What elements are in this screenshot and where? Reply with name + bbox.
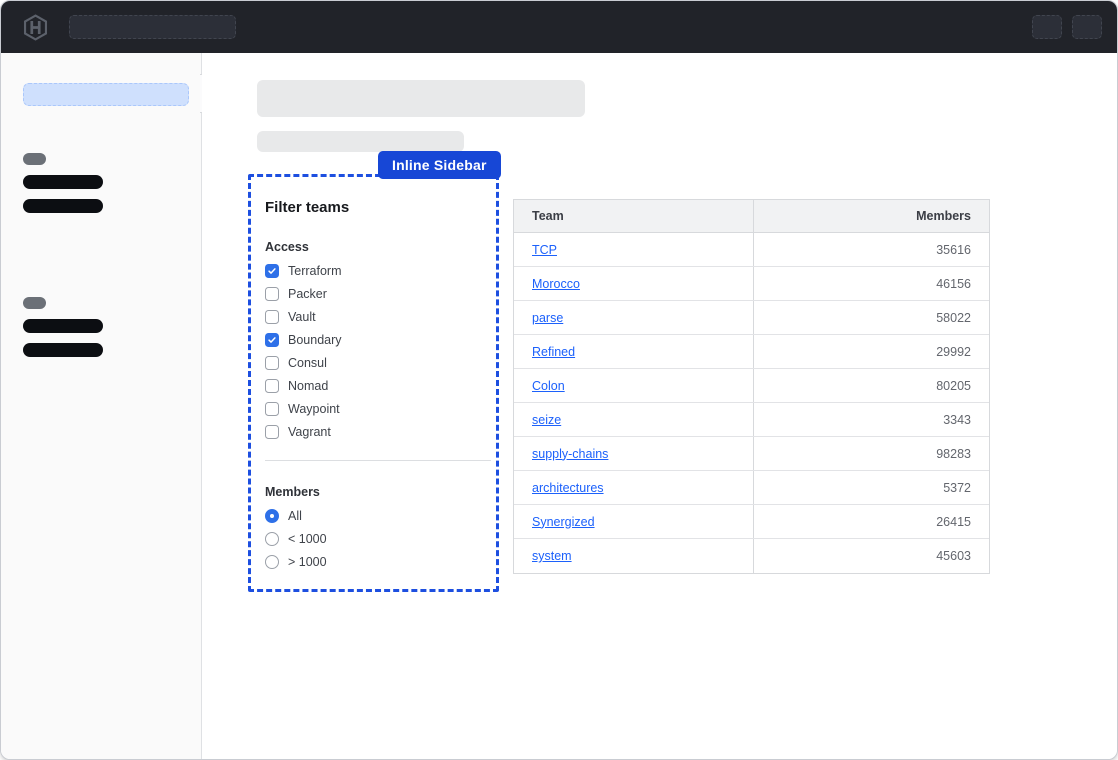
teams-table: Team Members TCP 35616 Morocco 46156 par…	[513, 199, 990, 574]
checkbox-label: Nomad	[288, 379, 328, 393]
checkbox-icon	[265, 379, 279, 393]
members-value: 26415	[936, 515, 971, 529]
team-link[interactable]: parse	[532, 311, 563, 325]
radio-less-1000[interactable]: < 1000	[265, 527, 482, 550]
app-sidebar-skeleton	[1, 53, 202, 759]
members-value: 5372	[943, 481, 971, 495]
checkbox-icon	[265, 356, 279, 370]
navbar-actions	[1032, 15, 1102, 39]
checkbox-terraform[interactable]: Terraform	[265, 259, 482, 282]
access-checkbox-group: Terraform Packer Vault Boundary	[265, 259, 482, 443]
page-title-placeholder	[257, 80, 585, 117]
sidebar-active-item-placeholder	[23, 83, 189, 106]
filter-divider	[265, 460, 491, 461]
team-link[interactable]: TCP	[532, 243, 557, 257]
app-window: Inline Sidebar Filter teams Access Terra…	[0, 0, 1118, 760]
table-row: Morocco 46156	[514, 267, 989, 301]
checkbox-icon	[265, 264, 279, 278]
access-group-label: Access	[265, 240, 482, 254]
team-link[interactable]: Colon	[532, 379, 565, 393]
team-link[interactable]: seize	[532, 413, 561, 427]
members-value: 29992	[936, 345, 971, 359]
sidebar-section-label-placeholder	[23, 297, 46, 309]
checkbox-icon	[265, 310, 279, 324]
checkbox-label: Vagrant	[288, 425, 331, 439]
checkbox-label: Waypoint	[288, 402, 340, 416]
sidebar-item-placeholder	[23, 319, 103, 333]
radio-label: All	[288, 509, 302, 523]
inline-sidebar-highlight-region: Filter teams Access Terraform Packer Vau…	[248, 174, 499, 592]
annotation-badge: Inline Sidebar	[378, 151, 501, 179]
checkbox-label: Boundary	[288, 333, 342, 347]
members-value: 98283	[936, 447, 971, 461]
navbar-button-placeholder	[1072, 15, 1102, 39]
page-subtitle-placeholder	[257, 131, 464, 152]
checkbox-vagrant[interactable]: Vagrant	[265, 420, 482, 443]
sidebar-item-placeholder	[23, 199, 103, 213]
team-link[interactable]: architectures	[532, 481, 604, 495]
radio-greater-1000[interactable]: > 1000	[265, 550, 482, 573]
table-row: parse 58022	[514, 301, 989, 335]
top-navbar	[1, 1, 1117, 53]
members-value: 3343	[943, 413, 971, 427]
checkbox-waypoint[interactable]: Waypoint	[265, 397, 482, 420]
sidebar-item-placeholder	[23, 343, 103, 357]
team-link[interactable]: supply-chains	[532, 447, 608, 461]
members-value: 58022	[936, 311, 971, 325]
radio-label: > 1000	[288, 555, 327, 569]
table-row: architectures 5372	[514, 471, 989, 505]
members-value: 35616	[936, 243, 971, 257]
checkbox-consul[interactable]: Consul	[265, 351, 482, 374]
table-row: TCP 35616	[514, 233, 989, 267]
table-header-row: Team Members	[514, 200, 989, 233]
team-link[interactable]: Synergized	[532, 515, 595, 529]
table-row: Colon 80205	[514, 369, 989, 403]
main-content: Inline Sidebar Filter teams Access Terra…	[202, 53, 1117, 759]
team-link[interactable]: Morocco	[532, 277, 580, 291]
table-row: system 45603	[514, 539, 989, 573]
members-group-label: Members	[265, 485, 482, 499]
members-value: 80205	[936, 379, 971, 393]
column-header-members: Members	[753, 200, 989, 232]
checkbox-label: Packer	[288, 287, 327, 301]
checkbox-label: Consul	[288, 356, 327, 370]
column-header-team: Team	[514, 200, 753, 232]
radio-icon	[265, 509, 279, 523]
filter-panel: Filter teams Access Terraform Packer Vau…	[251, 177, 496, 589]
table-row: Synergized 26415	[514, 505, 989, 539]
sidebar-section-label-placeholder	[23, 153, 46, 165]
checkbox-icon	[265, 425, 279, 439]
checkbox-icon	[265, 333, 279, 347]
sidebar-item-placeholder	[23, 175, 103, 189]
checkbox-label: Vault	[288, 310, 316, 324]
table-row: Refined 29992	[514, 335, 989, 369]
members-radio-group: All < 1000 > 1000	[265, 504, 482, 573]
radio-icon	[265, 532, 279, 546]
team-link[interactable]: system	[532, 549, 572, 563]
checkbox-packer[interactable]: Packer	[265, 282, 482, 305]
table-row: seize 3343	[514, 403, 989, 437]
filter-panel-title: Filter teams	[265, 199, 482, 216]
checkbox-vault[interactable]: Vault	[265, 305, 482, 328]
radio-label: < 1000	[288, 532, 327, 546]
hashicorp-logo-icon	[22, 14, 49, 41]
checkbox-nomad[interactable]: Nomad	[265, 374, 482, 397]
team-link[interactable]: Refined	[532, 345, 575, 359]
checkbox-icon	[265, 287, 279, 301]
checkbox-label: Terraform	[288, 264, 341, 278]
checkbox-icon	[265, 402, 279, 416]
search-placeholder	[69, 15, 236, 39]
members-value: 46156	[936, 277, 971, 291]
navbar-button-placeholder	[1032, 15, 1062, 39]
radio-all[interactable]: All	[265, 504, 482, 527]
checkbox-boundary[interactable]: Boundary	[265, 328, 482, 351]
members-value: 45603	[936, 549, 971, 563]
radio-icon	[265, 555, 279, 569]
table-row: supply-chains 98283	[514, 437, 989, 471]
